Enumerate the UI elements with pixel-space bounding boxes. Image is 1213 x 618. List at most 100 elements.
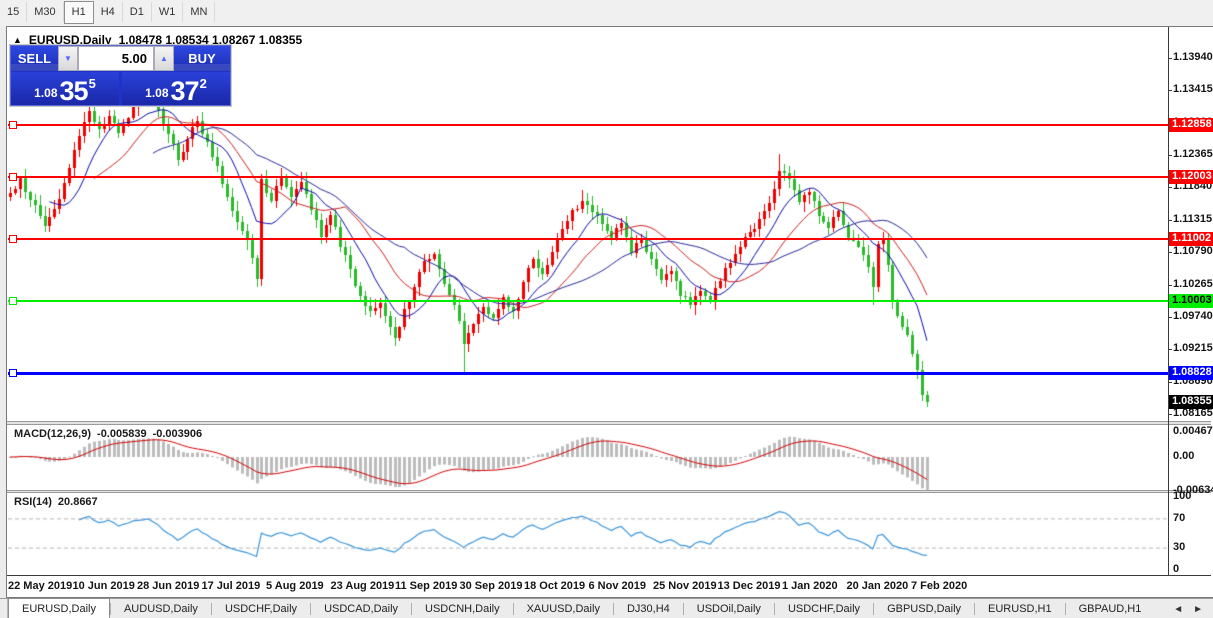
macd-axis-tick-label: 0.004679 (1173, 425, 1213, 437)
chart-tab-usdcad-daily[interactable]: USDCAD,Daily (311, 599, 411, 618)
timeframe-button-m30[interactable]: M30 (27, 2, 64, 22)
macd-axis-tick-label: 0.00 (1173, 450, 1195, 462)
chart-tab-usdchf-daily[interactable]: USDCHF,Daily (212, 599, 310, 618)
tab-scroll-right[interactable]: ► (1193, 604, 1203, 615)
chart-tab-audusd-daily[interactable]: AUDUSD,Daily (111, 599, 211, 618)
sell-button[interactable]: SELL (11, 46, 58, 71)
level-line-1.12003[interactable] (8, 173, 1168, 182)
price-level-badge: 1.11002 (1169, 232, 1213, 247)
level-line-1.12858[interactable] (8, 120, 1168, 129)
date-axis-label: 30 Sep 2019 (459, 580, 523, 592)
tab-bar-gutter (0, 599, 8, 618)
price-axis-tick-mark (1168, 381, 1172, 383)
price-axis-tick-mark (1168, 413, 1172, 415)
bid-price-prefix: 1.08 (34, 86, 58, 100)
bid-price-panel[interactable]: 1.08 35 5 (11, 72, 119, 105)
one-click-trading-panel: SELL ▼ ▲ BUY 1.08 35 5 1.08 37 2 (10, 45, 231, 106)
macd-name: MACD(12,26,9) (14, 428, 92, 440)
price-axis-tick-mark (1168, 90, 1172, 92)
macd-value-signal: -0.003906 (152, 428, 203, 440)
price-axis-tick-mark (1168, 219, 1172, 221)
timeframe-button-15[interactable]: 15 (0, 2, 28, 22)
price-axis-tick-mark (1168, 316, 1172, 318)
macd-value-main: -0.005839 (97, 428, 147, 440)
chart-tab-usdchf-daily[interactable]: USDCHF,Daily (775, 599, 873, 618)
price-axis-tick-label: 1.12365 (1173, 148, 1213, 161)
level-line-1.08828[interactable] (8, 368, 1168, 377)
timeframe-button-d1[interactable]: D1 (123, 2, 152, 22)
price-axis-tick-mark (1168, 252, 1172, 254)
level-line-handle[interactable] (9, 296, 17, 305)
bid-price-pip-digit: 5 (88, 76, 96, 91)
level-line-1.11002[interactable] (8, 235, 1168, 244)
timeframe-button-w1[interactable]: W1 (152, 2, 184, 22)
trading-platform-window: 15 M30 H1 H4 D1 W1 MN ▲ EURUSD,Daily 1.08478 1… (0, 0, 1213, 618)
date-axis-label: 17 Jul 2019 (201, 580, 261, 592)
chart-tab-gbpusd-daily[interactable]: GBPUSD,Daily (874, 599, 974, 618)
chart-tab-usdcnh-daily[interactable]: USDCNH,Daily (412, 599, 513, 618)
date-axis-label: 11 Sep 2019 (395, 580, 458, 592)
price-level-badge: 1.10003 (1169, 293, 1213, 308)
timeframe-button-mn[interactable]: MN (183, 2, 216, 22)
price-axis-tick-label: 1.10265 (1173, 277, 1213, 290)
price-level-badge: 1.08828 (1169, 366, 1213, 381)
tab-scroll-left[interactable]: ◄ (1173, 604, 1183, 615)
date-axis-label: 7 Feb 2020 (911, 580, 968, 592)
tab-scroll-buttons: ◄ ► (1163, 599, 1213, 618)
chart-tab-xauusd-daily[interactable]: XAUUSD,Daily (514, 599, 613, 618)
date-axis-label: 6 Nov 2019 (588, 580, 646, 592)
date-axis-label: 28 Jun 2019 (137, 580, 200, 592)
rsi-axis-tick-label: 100 (1173, 490, 1192, 502)
chart-tab-dj30-h4[interactable]: DJ30,H4 (614, 599, 683, 618)
price-axis-tick-label: 1.11315 (1173, 212, 1213, 225)
level-line-1.10003[interactable] (8, 296, 1168, 305)
price-axis-tick-mark (1168, 57, 1172, 59)
date-axis-label: 5 Aug 2019 (266, 580, 324, 592)
price-axis-tick-label: 1.13940 (1173, 50, 1213, 63)
level-line-handle[interactable] (9, 173, 17, 182)
price-level-badge: 1.12003 (1169, 170, 1213, 185)
current-bid-badge: 1.08355 (1169, 395, 1213, 410)
volume-increase-button[interactable]: ▲ (154, 46, 174, 71)
date-axis-label: 23 Aug 2019 (330, 580, 395, 592)
date-axis-label: 13 Dec 2019 (717, 580, 781, 592)
rsi-name: RSI(14) (14, 496, 52, 508)
level-line-handle[interactable] (9, 120, 17, 129)
level-line-handle[interactable] (9, 368, 17, 377)
date-axis-label: 22 May 2019 (8, 580, 73, 592)
date-axis-label: 1 Jan 2020 (782, 580, 838, 592)
chart-tab-eurusd-h1[interactable]: EURUSD,H1 (975, 599, 1065, 618)
chart-tab-bar: EURUSD,Daily AUDUSD,Daily USDCHF,Daily USDC… (0, 598, 1213, 618)
price-axis-tick-label: 1.09215 (1173, 342, 1213, 355)
level-line-handle[interactable] (9, 235, 17, 244)
volume-input[interactable] (79, 47, 153, 70)
rsi-axis-tick-label: 70 (1173, 511, 1186, 524)
chart-tab-gbpaud-h1[interactable]: GBPAUD,H1 (1066, 599, 1155, 618)
ask-price-pip-digit: 2 (199, 76, 207, 91)
chart-tab-usdoil-daily[interactable]: USDOil,Daily (684, 599, 774, 618)
date-axis-label: 20 Jan 2020 (846, 580, 909, 592)
date-axis-label: 18 Oct 2019 (524, 580, 586, 592)
price-axis-tick-label: 1.13415 (1173, 83, 1213, 96)
one-click-collapse-icon[interactable]: ▲ (13, 35, 22, 45)
pane-splitter[interactable] (7, 421, 1211, 425)
ask-price-panel[interactable]: 1.08 37 2 (122, 72, 230, 105)
pane-splitter[interactable] (7, 490, 1211, 493)
price-axis-tick-mark (1168, 284, 1172, 286)
price-level-badge: 1.12858 (1169, 117, 1213, 132)
ask-price-prefix: 1.08 (145, 86, 169, 100)
rsi-label: RSI(14) 20.8667 (14, 496, 98, 508)
volume-field-wrap (78, 46, 154, 71)
timeframe-button-h4[interactable]: H4 (94, 2, 123, 22)
rsi-axis-tick-label: 0 (1173, 563, 1180, 575)
rsi-indicator-canvas[interactable] (8, 493, 1168, 575)
timeframe-button-h1[interactable]: H1 (63, 0, 94, 24)
rsi-axis-tick-label: 30 (1173, 541, 1186, 554)
volume-decrease-button[interactable]: ▼ (58, 46, 78, 71)
buy-button[interactable]: BUY (174, 46, 230, 71)
price-axis-tick-mark (1168, 155, 1172, 157)
price-axis-tick-label: 1.09740 (1173, 309, 1213, 322)
chart-tab-eurusd-daily[interactable]: EURUSD,Daily (8, 598, 110, 618)
timeframe-toolbar: 15 M30 H1 H4 D1 W1 MN (0, 0, 1213, 24)
rsi-value: 20.8667 (57, 496, 98, 508)
